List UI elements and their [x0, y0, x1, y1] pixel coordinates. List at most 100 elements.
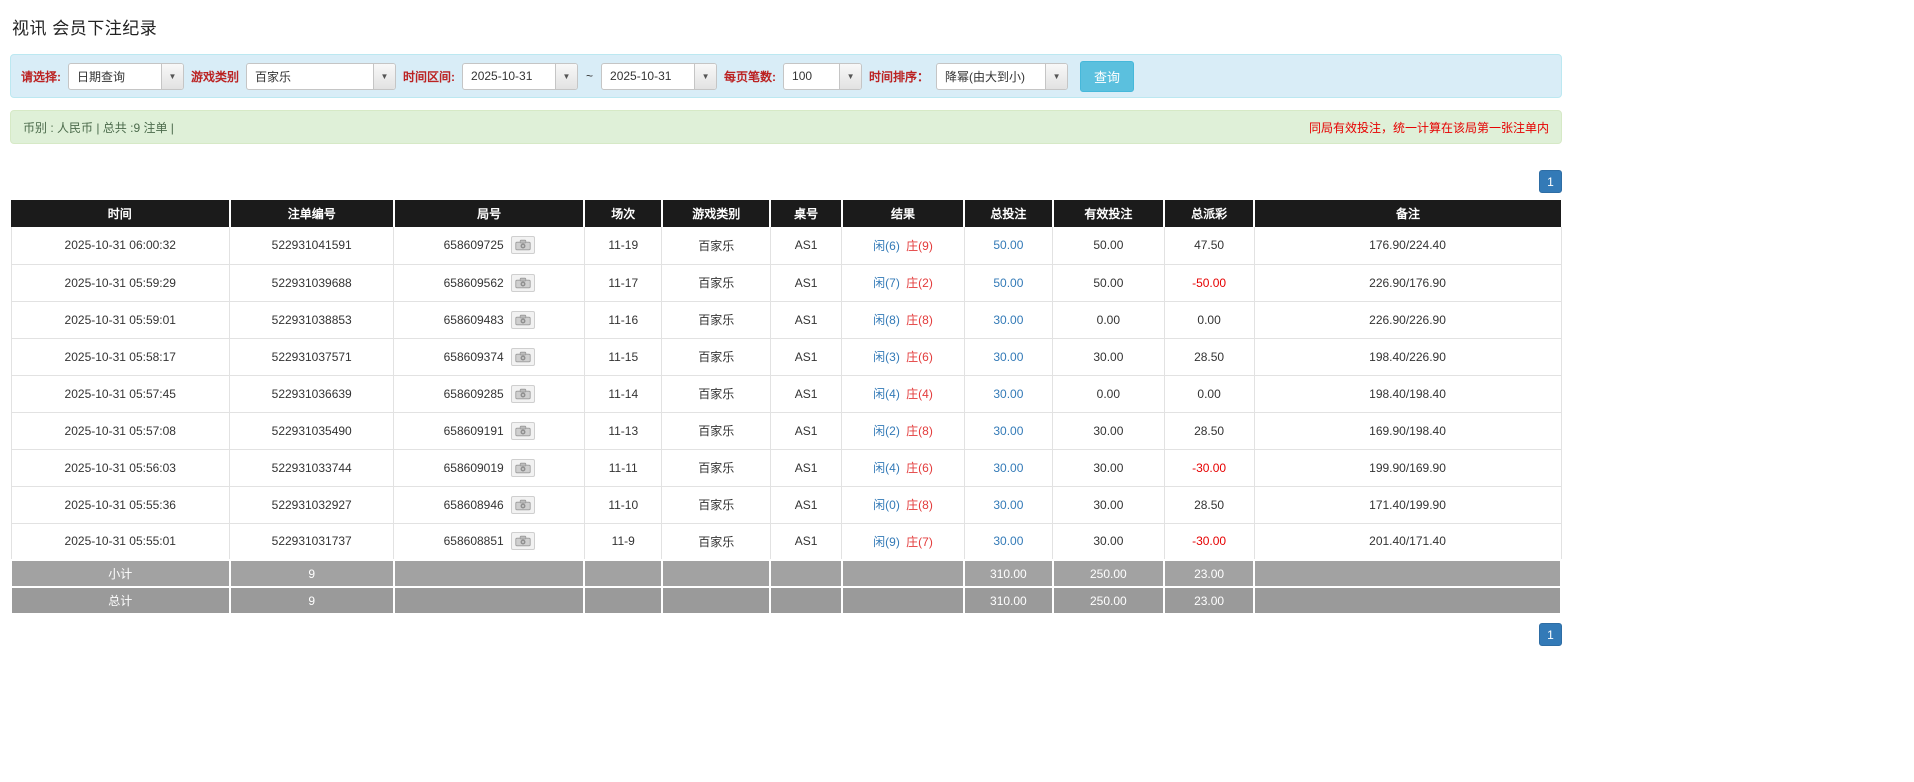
- table-row: 2025-10-31 05:57:08 522931035490 6586091…: [10, 411, 1562, 450]
- query-type-input[interactable]: [69, 63, 161, 89]
- table-row: 2025-10-31 06:00:32 522931041591 6586097…: [10, 227, 1562, 265]
- video-camera-icon[interactable]: [510, 495, 535, 514]
- cell-round: 658609562: [393, 263, 585, 302]
- cell-result: 闲(6) 庄(9): [841, 227, 965, 265]
- currency-summary: 币别 : 人民币 | 总共 :9 注单 |: [23, 120, 174, 135]
- query-type-select: ▼: [68, 62, 184, 90]
- video-camera-icon[interactable]: [510, 310, 535, 329]
- subtotal-count: 9: [228, 559, 395, 588]
- total-bet-link[interactable]: 30.00: [993, 534, 1023, 548]
- cell-total-bet: 30.00: [963, 448, 1054, 487]
- game-type-input[interactable]: [247, 63, 374, 89]
- subtotal-valid-bet: 250.00: [1051, 559, 1166, 588]
- cell-total-bet: 30.00: [963, 300, 1054, 339]
- cell-payout: 28.50: [1163, 337, 1255, 376]
- cell-total-bet: 30.00: [963, 374, 1054, 413]
- cell-payout: 0.00: [1163, 374, 1255, 413]
- cell-bet-id: 522931036639: [229, 374, 395, 413]
- total-bet-link[interactable]: 30.00: [993, 350, 1023, 364]
- subtotal-total-bet: 310.00: [963, 559, 1054, 588]
- col-time: 时间: [11, 200, 231, 227]
- round-number: 658609562: [443, 275, 504, 290]
- subtotal-payout: 23.00: [1163, 559, 1256, 588]
- total-bet-link[interactable]: 50.00: [993, 238, 1023, 252]
- cell-time: 2025-10-31 05:59:01: [10, 300, 231, 339]
- search-button[interactable]: 查询: [1080, 60, 1135, 92]
- chevron-down-icon[interactable]: ▼: [839, 63, 862, 89]
- cell-remark: 198.40/198.40: [1253, 374, 1562, 413]
- result-player: 闲(7): [873, 276, 900, 290]
- cell-time: 2025-10-31 05:57:08: [10, 411, 231, 450]
- cell-table-no: AS1: [769, 485, 843, 524]
- total-bet-link[interactable]: 30.00: [993, 387, 1023, 401]
- cell-table-no: AS1: [769, 300, 843, 339]
- round-number: 658609019: [443, 460, 504, 475]
- filter-bar: 请选择: ▼ 游戏类别 ▼ 时间区间: ▼ ~ ▼ 每页笔数: ▼ 时间排序： …: [10, 54, 1562, 98]
- video-camera-icon[interactable]: [510, 236, 535, 255]
- cell-table-no: AS1: [769, 522, 843, 561]
- cell-game-type: 百家乐: [661, 227, 771, 265]
- per-page-input[interactable]: [784, 63, 840, 89]
- cell-result: 闲(8) 庄(8): [841, 300, 965, 339]
- cell-session: 11-16: [583, 300, 663, 339]
- cell-result: 闲(4) 庄(4): [841, 374, 965, 413]
- cell-game-type: 百家乐: [661, 337, 771, 376]
- total-valid-bet: 250.00: [1051, 586, 1166, 615]
- cell-payout: 28.50: [1163, 411, 1255, 450]
- round-number: 658609191: [443, 423, 504, 438]
- cell-session: 11-9: [583, 522, 663, 561]
- cell-time: 2025-10-31 05:55:01: [10, 522, 231, 561]
- video-camera-icon[interactable]: [510, 458, 535, 477]
- result-player: 闲(4): [873, 461, 900, 475]
- date-to-input[interactable]: [602, 63, 695, 89]
- result-player: 闲(8): [873, 313, 900, 327]
- total-bet-link[interactable]: 30.00: [993, 424, 1023, 438]
- cell-total-bet: 30.00: [963, 522, 1054, 561]
- result-player: 闲(2): [873, 424, 900, 438]
- cell-bet-id: 522931032927: [229, 485, 395, 524]
- sort-input[interactable]: [937, 63, 1046, 89]
- cell-result: 闲(4) 庄(6): [841, 448, 965, 487]
- chevron-down-icon[interactable]: ▼: [373, 63, 396, 89]
- video-camera-icon[interactable]: [510, 532, 535, 551]
- select-label: 请选择:: [21, 69, 61, 84]
- cell-valid-bet: 30.00: [1052, 448, 1165, 487]
- video-camera-icon[interactable]: [510, 384, 535, 403]
- video-camera-icon[interactable]: [510, 273, 535, 292]
- date-range-label: 时间区间:: [403, 69, 456, 84]
- col-total-bet: 总投注: [964, 200, 1054, 227]
- date-from-input[interactable]: [463, 63, 556, 89]
- cell-game-type: 百家乐: [661, 485, 771, 524]
- col-valid-bet: 有效投注: [1052, 200, 1166, 227]
- cell-time: 2025-10-31 05:57:45: [10, 374, 231, 413]
- cell-bet-id: 522931041591: [229, 227, 395, 265]
- video-camera-icon[interactable]: [510, 347, 535, 366]
- chevron-down-icon[interactable]: ▼: [555, 63, 578, 89]
- cell-remark: 171.40/199.90: [1253, 485, 1562, 524]
- round-number: 658609374: [443, 349, 504, 364]
- total-bet-link[interactable]: 30.00: [993, 313, 1023, 327]
- chevron-down-icon[interactable]: ▼: [694, 63, 717, 89]
- cell-round: 658608851: [393, 522, 585, 561]
- cell-total-bet: 50.00: [963, 263, 1054, 302]
- result-banker: 庄(8): [906, 313, 933, 327]
- cell-payout: -30.00: [1163, 522, 1255, 561]
- total-bet-link[interactable]: 30.00: [993, 461, 1023, 475]
- video-camera-icon[interactable]: [510, 421, 535, 440]
- cell-valid-bet: 0.00: [1052, 300, 1165, 339]
- pagination-top: 1: [10, 170, 1562, 193]
- cell-payout: -50.00: [1163, 263, 1255, 302]
- page-1-button[interactable]: 1: [1539, 623, 1562, 646]
- total-bet-link[interactable]: 30.00: [993, 498, 1023, 512]
- total-bet-link[interactable]: 50.00: [993, 276, 1023, 290]
- cell-session: 11-14: [583, 374, 663, 413]
- chevron-down-icon[interactable]: ▼: [161, 63, 183, 89]
- date-from-select: ▼: [462, 62, 579, 90]
- cell-result: 闲(3) 庄(6): [841, 337, 965, 376]
- cell-payout: -30.00: [1163, 448, 1255, 487]
- chevron-down-icon[interactable]: ▼: [1045, 63, 1068, 89]
- page-1-button[interactable]: 1: [1539, 170, 1562, 193]
- cell-game-type: 百家乐: [661, 374, 771, 413]
- table-row: 2025-10-31 05:56:03 522931033744 6586090…: [10, 448, 1562, 487]
- cell-round: 658609483: [393, 300, 585, 339]
